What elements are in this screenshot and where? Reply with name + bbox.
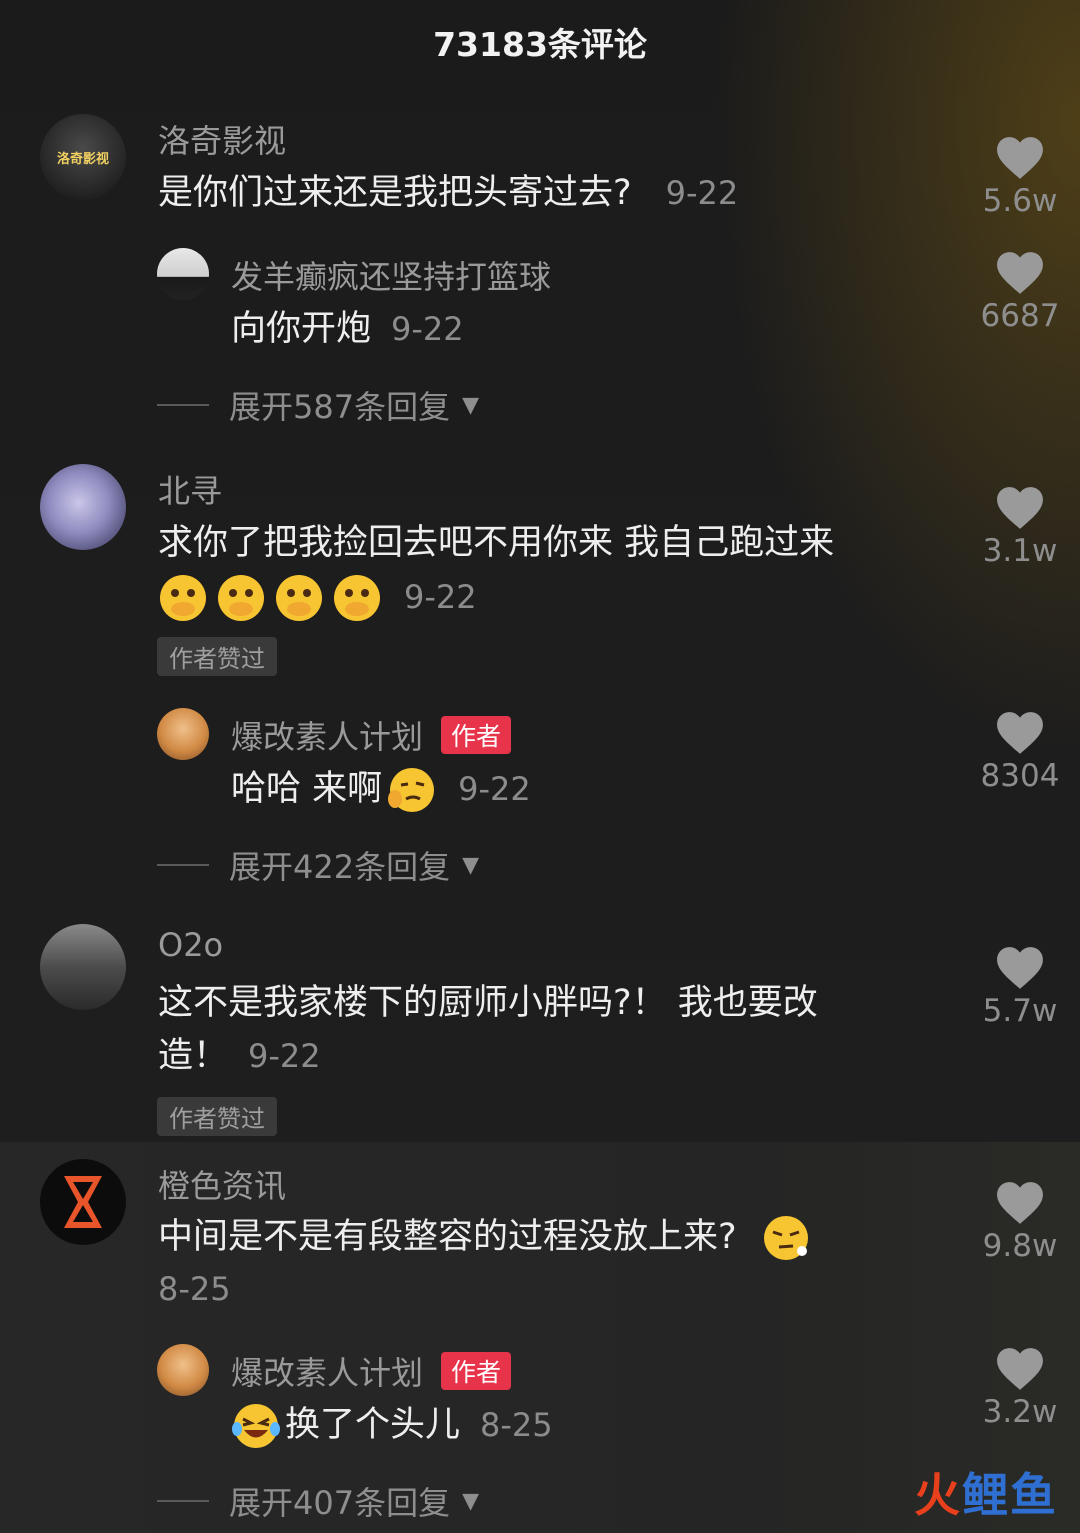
author-badge: 作者: [441, 716, 512, 754]
covering-mouth-emoji-icon: [274, 573, 324, 623]
like-button[interactable]: 3.2w: [965, 1346, 1075, 1430]
comment-date: 9-22: [248, 1037, 321, 1075]
username[interactable]: 北寻: [158, 466, 222, 512]
avatar[interactable]: 洛奇影视: [40, 114, 126, 200]
reply-date: 9-22: [391, 310, 464, 348]
reply-text: 向你开炮 9-22: [231, 309, 464, 349]
smirk-emoji-icon: [761, 1213, 811, 1263]
heart-icon: [997, 1348, 1043, 1390]
avatar[interactable]: [40, 924, 126, 1010]
avatar[interactable]: [157, 248, 209, 300]
like-button[interactable]: 5.6w: [965, 135, 1075, 219]
thinking-emoji-icon: [386, 765, 436, 815]
author-liked-badge: 作者赞过: [157, 637, 277, 676]
comment-text-line2: 造！ 9-22: [158, 1036, 321, 1076]
avatar-logo-text: 洛奇影视: [56, 151, 109, 167]
avatar[interactable]: [157, 1344, 209, 1396]
reply-username[interactable]: 爆改素人计划 作者: [231, 1348, 512, 1394]
divider-line: [157, 404, 209, 406]
like-count: 6687: [980, 298, 1060, 334]
avatar[interactable]: [40, 1159, 126, 1245]
like-count: 3.1w: [982, 533, 1058, 569]
heart-icon: [997, 1182, 1043, 1224]
username[interactable]: O2o: [158, 926, 223, 964]
like-count: 3.2w: [982, 1394, 1058, 1430]
like-count: 8304: [980, 758, 1060, 794]
reply-username[interactable]: 爆改素人计划 作者: [231, 712, 512, 758]
like-button[interactable]: 6687: [965, 250, 1075, 334]
avatar[interactable]: [157, 708, 209, 760]
heart-icon: [997, 252, 1043, 294]
comment-text: 求你了把我捡回去吧不用你来 我自己跑过来: [158, 523, 835, 563]
like-count: 5.6w: [982, 183, 1058, 219]
comment-text: 中间是不是有段整容的过程没放上来?: [158, 1210, 819, 1264]
triangle-down-icon: ▼: [462, 392, 480, 418]
like-count: 5.7w: [982, 993, 1058, 1029]
username[interactable]: 洛奇影视: [158, 116, 286, 162]
watermark-logo: 火鲤鱼: [914, 1468, 1058, 1522]
triangle-down-icon: ▼: [462, 852, 480, 878]
heart-icon: [997, 487, 1043, 529]
username[interactable]: 橙色资讯: [158, 1161, 286, 1207]
comment-count-title: 73183条评论: [433, 25, 647, 64]
like-count: 9.8w: [982, 1228, 1058, 1264]
heart-icon: [997, 947, 1043, 989]
author-badge: 作者: [441, 1352, 512, 1390]
avatar[interactable]: [40, 464, 126, 550]
comment-text-line2: 9-22: [158, 570, 477, 624]
expand-replies-button[interactable]: 展开587条回复 ▼: [157, 382, 479, 428]
divider-line: [157, 864, 209, 866]
like-button[interactable]: 9.8w: [965, 1180, 1075, 1264]
like-button[interactable]: 3.1w: [965, 485, 1075, 569]
reply-text: 哈哈 来啊 9-22: [231, 762, 531, 816]
author-liked-badge: 作者赞过: [157, 1097, 277, 1136]
comment-text: 这不是我家楼下的厨师小胖吗?！ 我也要改: [158, 983, 818, 1023]
laughing-tears-emoji-icon: [231, 1401, 281, 1451]
comment-date-line: 8-25: [158, 1262, 231, 1316]
comment-date: 9-22: [665, 174, 739, 212]
expand-replies-button[interactable]: 展开422条回复 ▼: [157, 842, 479, 888]
covering-mouth-emoji-icon: [332, 573, 382, 623]
reply-text: 换了个头儿 8-25: [231, 1398, 553, 1452]
covering-mouth-emoji-icon: [216, 573, 266, 623]
heart-icon: [997, 137, 1043, 179]
like-button[interactable]: 5.7w: [965, 945, 1075, 1029]
reply-date: 9-22: [458, 770, 531, 808]
like-button[interactable]: 8304: [965, 710, 1075, 794]
reply-username[interactable]: 发羊癫疯还坚持打篮球: [231, 252, 551, 298]
expand-replies-button[interactable]: 展开407条回复 ▼: [157, 1478, 479, 1524]
comment-date: 8-25: [158, 1270, 231, 1308]
comment-date: 9-22: [404, 578, 477, 616]
hourglass-logo-icon: [64, 1176, 102, 1228]
heart-icon: [997, 712, 1043, 754]
triangle-down-icon: ▼: [462, 1488, 480, 1514]
divider-line: [157, 1500, 209, 1502]
comment-text: 是你们过来还是我把头寄过去? 9-22: [158, 173, 739, 213]
covering-mouth-emoji-icon: [158, 573, 208, 623]
reply-date: 8-25: [480, 1406, 553, 1444]
